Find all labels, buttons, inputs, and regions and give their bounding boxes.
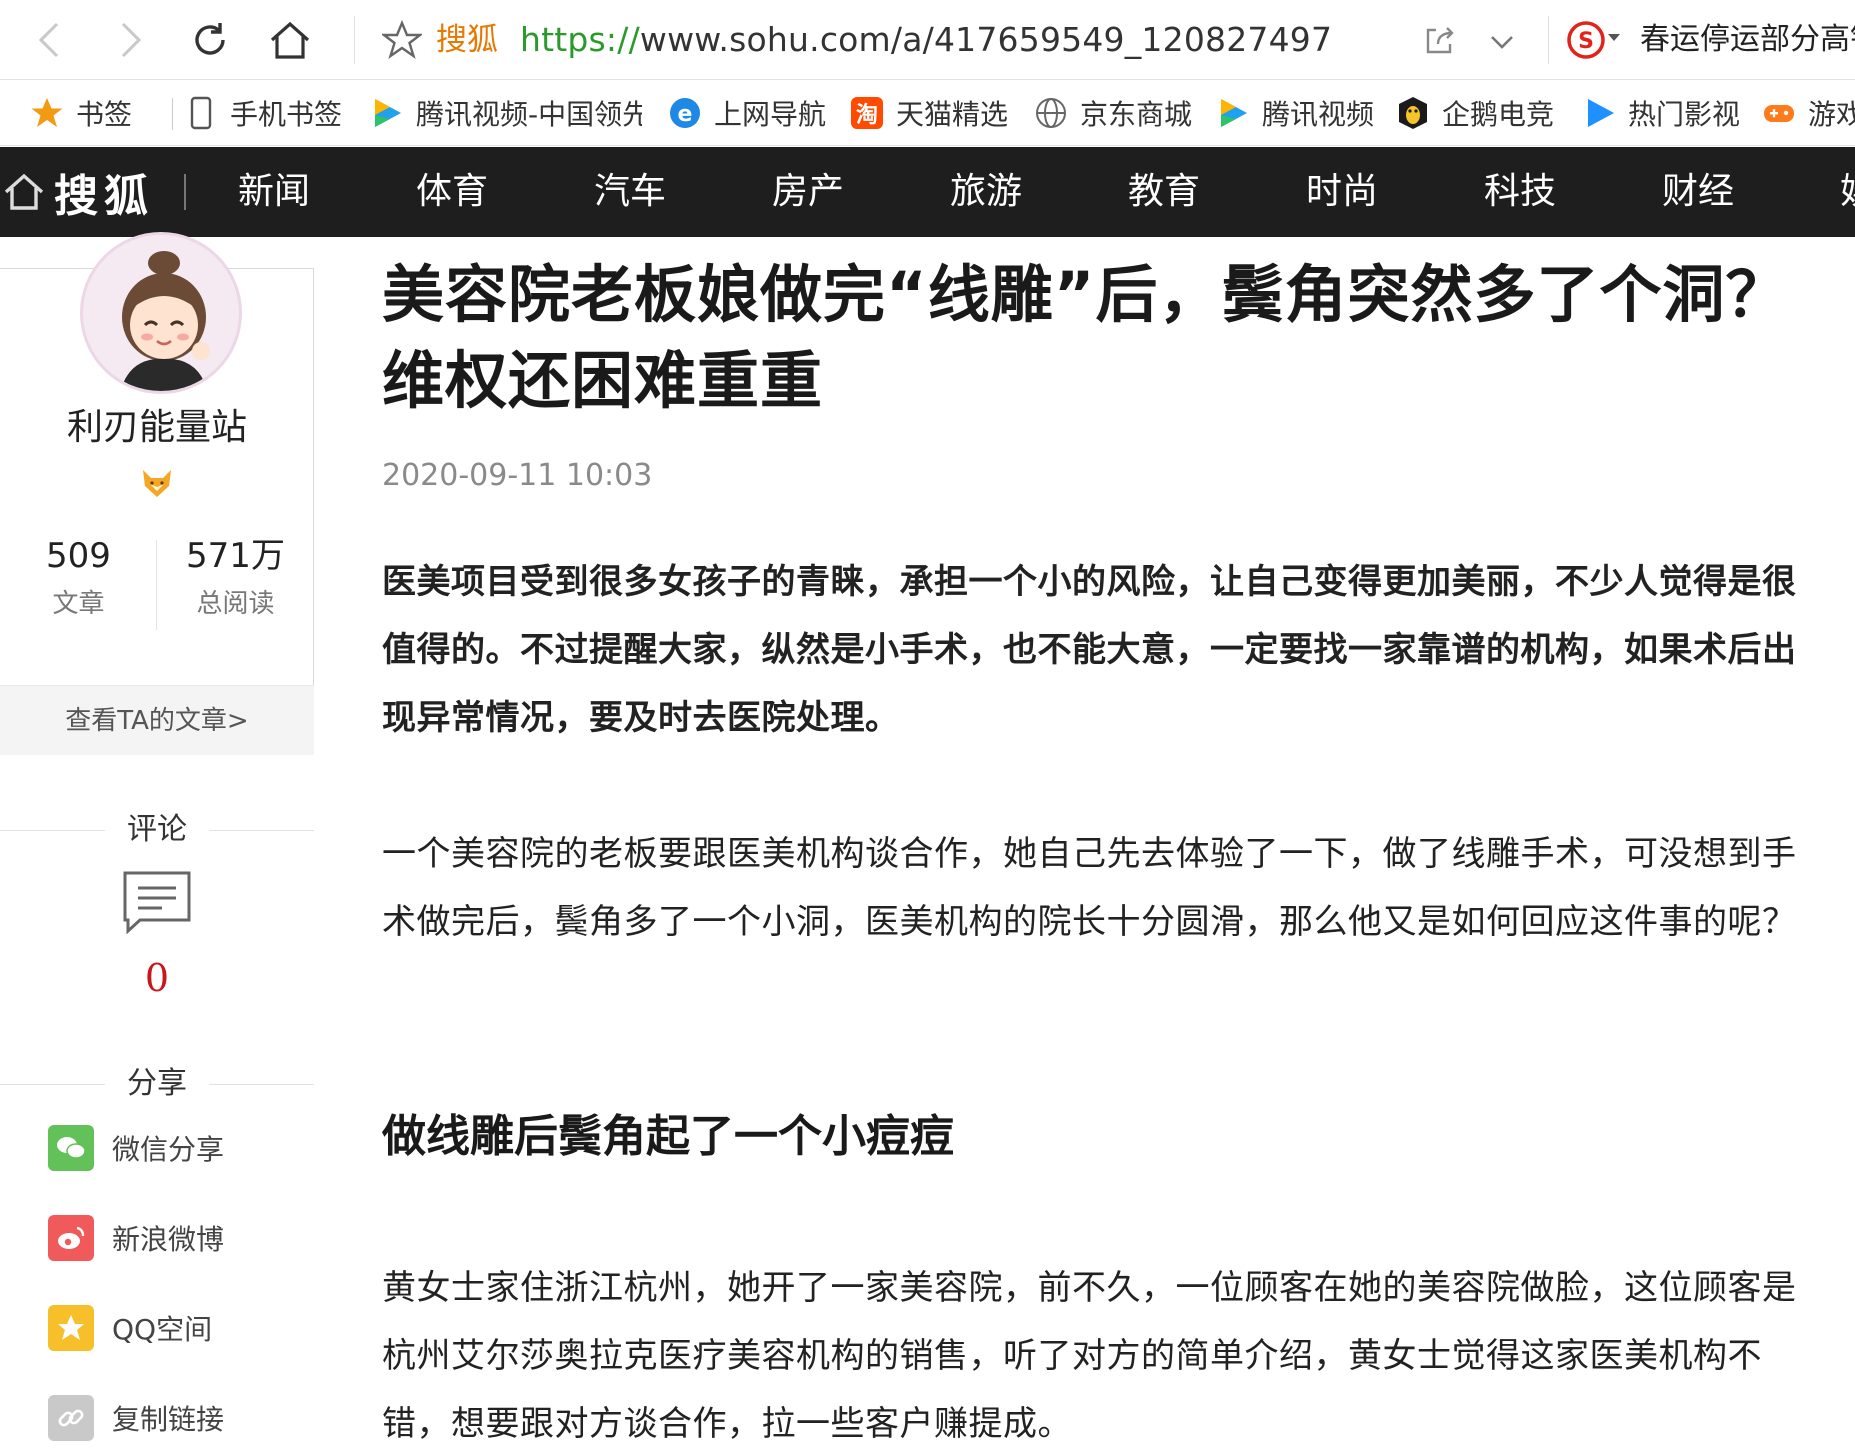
stat-reads: 571万 总阅读 bbox=[157, 534, 314, 624]
comment-icon[interactable] bbox=[122, 870, 192, 934]
chevron-right-icon bbox=[121, 22, 142, 58]
nav-item[interactable]: 汽车 bbox=[594, 147, 666, 237]
bookmark-item[interactable]: e 上网导航 bbox=[668, 80, 826, 145]
copy-link-button[interactable]: 复制链接 bbox=[48, 1394, 224, 1442]
bookmark-item[interactable]: 手机书签 bbox=[184, 80, 342, 145]
home-button[interactable] bbox=[264, 14, 316, 66]
share-title: 分享 bbox=[127, 1066, 187, 1101]
avatar-illustration bbox=[120, 251, 210, 391]
browser-address-bar: 搜狐 https://www.sohu.com/a/417659549_1208… bbox=[0, 0, 1855, 80]
link-icon bbox=[48, 1395, 94, 1441]
url-text: www.sohu.com/a/417659549_120827497 bbox=[639, 20, 1333, 59]
reload-button[interactable] bbox=[184, 14, 236, 66]
nav-item[interactable]: 娱 bbox=[1840, 147, 1855, 237]
author-name[interactable]: 利刃能量站 bbox=[0, 398, 314, 450]
article-lead: 医美项目受到很多女孩子的青睐，承担一个小的风险，让自己变得更加美丽，不少人觉得是… bbox=[382, 562, 1797, 738]
svg-text:S: S bbox=[1578, 29, 1594, 54]
tmall-icon: 淘 bbox=[850, 96, 884, 130]
article-paragraph: 一个美容院的老板要跟医美机构谈合作，她自己先去体验了一下，做了线雕手术，可没想到… bbox=[382, 834, 1797, 942]
chevron-down-icon[interactable] bbox=[1484, 24, 1520, 60]
articles-count: 509 bbox=[46, 536, 111, 576]
article-subheading: 做线雕后鬓角起了一个小痘痘 bbox=[382, 1111, 954, 1162]
author-avatar[interactable] bbox=[80, 232, 242, 394]
comment-count[interactable]: 0 bbox=[0, 956, 314, 1000]
svg-text:淘: 淘 bbox=[856, 102, 878, 128]
sohu-logo[interactable]: 搜狐 bbox=[0, 147, 186, 237]
search-divider bbox=[1548, 16, 1549, 64]
site-tag: 搜狐 bbox=[436, 22, 498, 58]
penguin-esports-icon bbox=[1396, 96, 1430, 130]
chevron-left-icon bbox=[38, 22, 59, 58]
qzone-star-icon bbox=[48, 1305, 94, 1351]
stat-articles: 509 文章 bbox=[0, 534, 157, 624]
address-divider bbox=[354, 16, 355, 64]
nav-item[interactable]: 新闻 bbox=[238, 147, 310, 237]
url-protocol: https:// bbox=[520, 20, 640, 59]
reads-label: 总阅读 bbox=[196, 589, 275, 619]
back-button[interactable] bbox=[24, 14, 76, 66]
nav-item[interactable]: 财经 bbox=[1662, 147, 1734, 237]
forward-button[interactable] bbox=[104, 14, 156, 66]
articles-label: 文章 bbox=[52, 589, 105, 619]
stats-divider bbox=[156, 540, 157, 630]
search-engine-caret-icon[interactable] bbox=[1608, 34, 1620, 41]
bookmark-item[interactable]: 热门影视 bbox=[1582, 80, 1740, 145]
search-hint[interactable]: 春运停运部分高铁 bbox=[1640, 18, 1855, 62]
weibo-icon bbox=[48, 1215, 94, 1261]
bookmark-star-icon[interactable] bbox=[382, 20, 422, 60]
ie-icon: e bbox=[668, 96, 702, 130]
bookmark-item[interactable]: 游戏 bbox=[1762, 80, 1855, 145]
reload-icon bbox=[195, 23, 225, 55]
video-play-icon bbox=[1582, 96, 1616, 130]
sohu-brand: 搜狐 bbox=[54, 171, 154, 222]
home-icon bbox=[270, 21, 310, 59]
home-icon bbox=[4, 173, 44, 210]
svg-text:e: e bbox=[678, 102, 693, 127]
url-field[interactable]: https://www.sohu.com/a/417659549_1208274… bbox=[520, 18, 1332, 62]
comment-title: 评论 bbox=[127, 812, 187, 847]
nav-item[interactable]: 旅游 bbox=[950, 147, 1022, 237]
bookmark-item[interactable]: 京东商城 bbox=[1034, 80, 1192, 145]
bookmark-item[interactable]: 淘 天猫精选 bbox=[850, 80, 1008, 145]
nav-item[interactable]: 科技 bbox=[1484, 147, 1556, 237]
share-section-title: 分享 bbox=[0, 1064, 314, 1104]
globe-icon bbox=[1034, 96, 1068, 130]
star-icon bbox=[30, 96, 64, 130]
author-stats: 509 文章 571万 总阅读 bbox=[0, 534, 314, 634]
article-title: 美容院老板娘做完“线雕”后，鬓角突然多了个洞？维权还困难重重 bbox=[382, 258, 1789, 417]
nav-divider bbox=[184, 174, 186, 210]
comment-section-title: 评论 bbox=[0, 810, 314, 850]
bookmark-item[interactable]: 腾讯视频 bbox=[1216, 80, 1374, 145]
gamepad-icon bbox=[1762, 96, 1796, 130]
sohu-channel-nav: 搜狐 新闻 体育 汽车 房产 旅游 教育 时尚 科技 财经 娱 bbox=[0, 147, 1855, 237]
article-paragraph: 黄女士家住浙江杭州，她开了一家美容院，前不久，一位顾客在她的美容院做脸，这位顾客… bbox=[382, 1268, 1797, 1444]
view-author-articles-link[interactable]: 查看TA的文章> bbox=[0, 685, 314, 755]
share-qzone-button[interactable]: QQ空间 bbox=[48, 1304, 212, 1352]
share-page-icon[interactable] bbox=[1422, 22, 1458, 58]
share-wechat-button[interactable]: 微信分享 bbox=[48, 1124, 224, 1172]
share-weibo-button[interactable]: 新浪微博 bbox=[48, 1214, 224, 1262]
reads-count: 571万 bbox=[186, 536, 285, 576]
bookmark-item[interactable]: 腾讯视频-中国领先 bbox=[370, 80, 642, 145]
article: 美容院老板娘做完“线雕”后，鬓角突然多了个洞？维权还困难重重 bbox=[382, 252, 1822, 424]
phone-icon bbox=[184, 96, 218, 130]
bookmark-divider bbox=[172, 98, 173, 130]
wechat-icon bbox=[48, 1125, 94, 1171]
sogou-search-icon[interactable]: S bbox=[1566, 20, 1606, 60]
article-time: 2020-09-11 10:03 bbox=[382, 458, 653, 493]
bookmarks-bar: 书签 手机书签 腾讯视频-中国领先 e 上网导航 淘 天猫精选 京东商城 腾讯视… bbox=[0, 80, 1855, 146]
nav-item[interactable]: 时尚 bbox=[1306, 147, 1378, 237]
fox-badge-icon bbox=[143, 470, 171, 497]
nav-item[interactable]: 房产 bbox=[772, 147, 844, 237]
nav-item[interactable]: 教育 bbox=[1128, 147, 1200, 237]
tencent-video-icon bbox=[1216, 96, 1250, 130]
nav-item[interactable]: 体育 bbox=[416, 147, 488, 237]
bookmark-item[interactable]: 书签 bbox=[30, 80, 132, 145]
tencent-video-icon bbox=[370, 96, 404, 130]
bookmark-item[interactable]: 企鹅电竞 bbox=[1396, 80, 1554, 145]
